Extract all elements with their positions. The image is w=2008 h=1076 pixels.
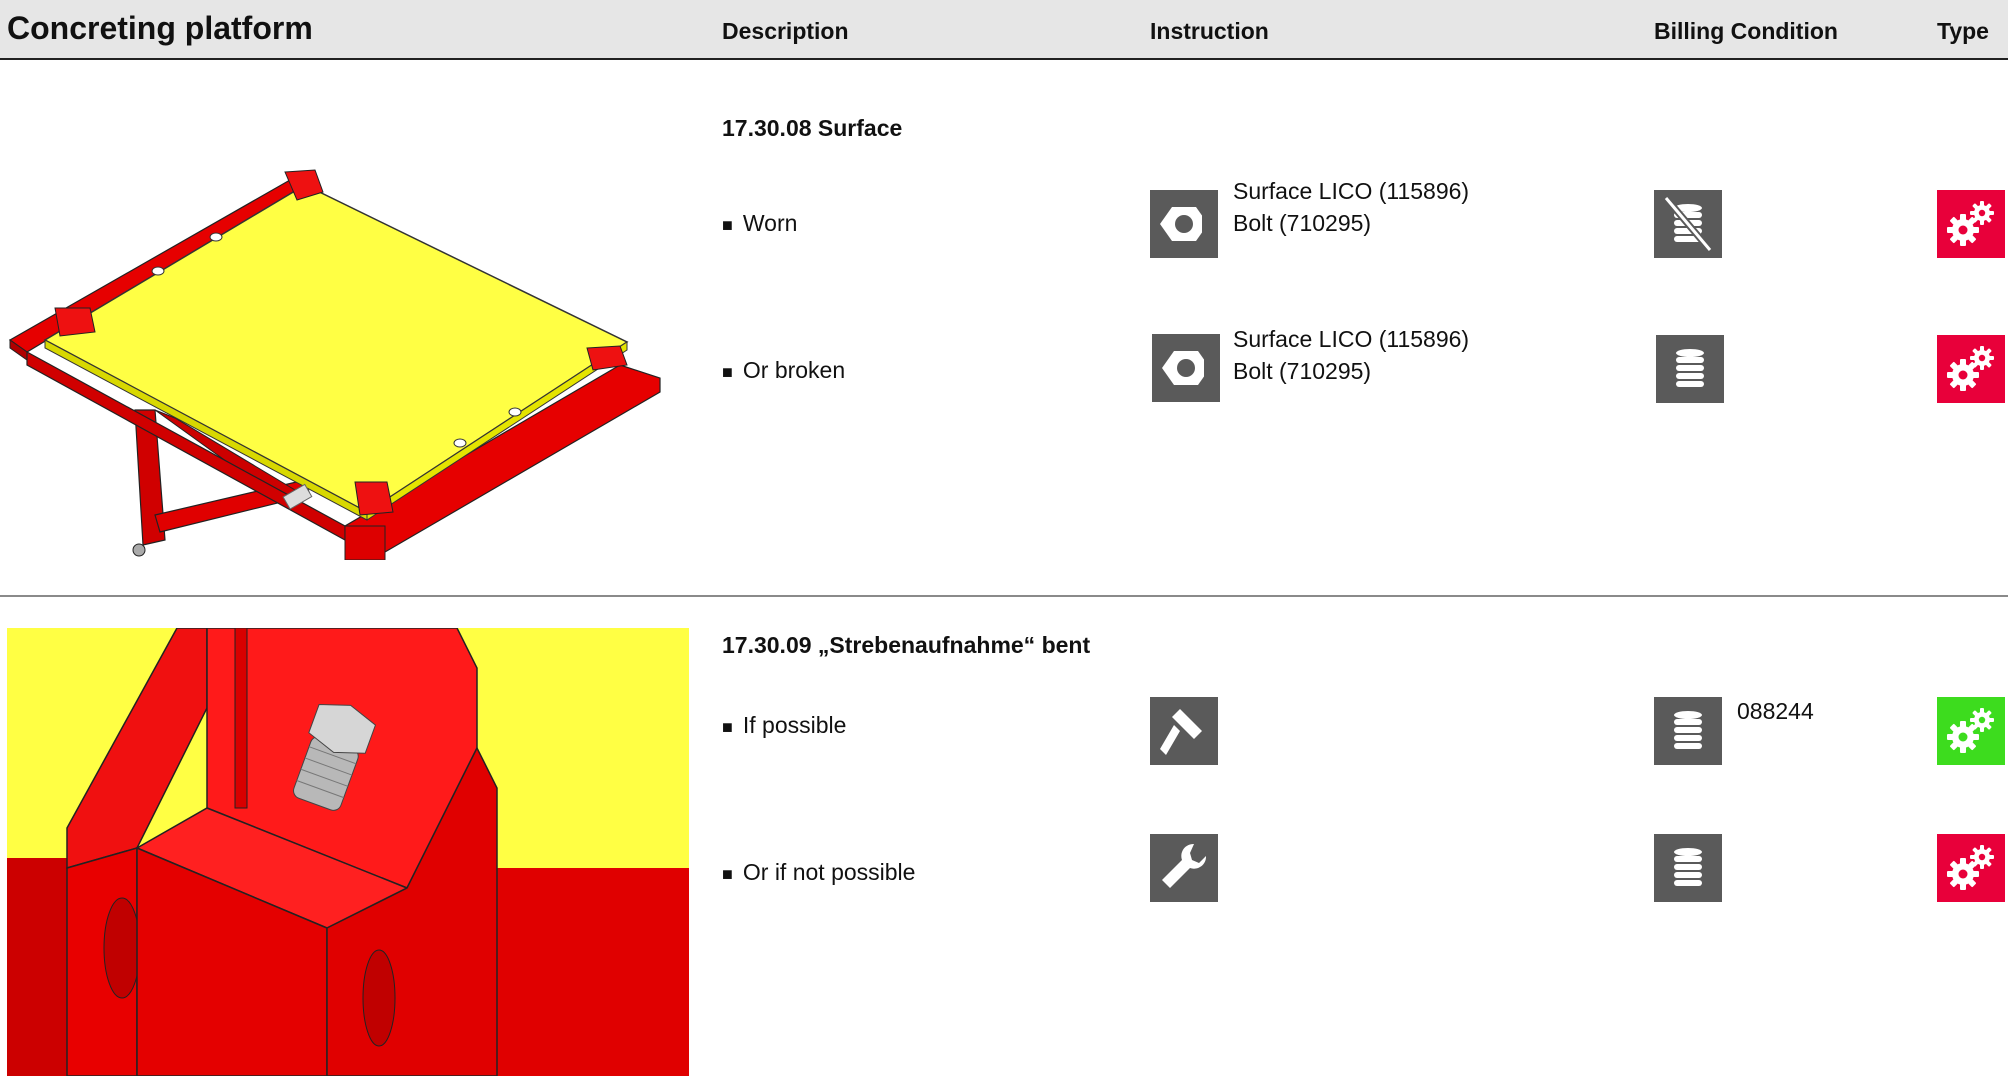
section-title: 17.30.08 Surface [722,115,903,141]
column-header-billing: Billing Condition [1654,18,1838,44]
surface-platform-drawing [5,160,665,566]
wrench-icon [1150,834,1218,902]
nut-icon [1150,190,1218,258]
bullet: ■ [722,362,733,382]
coins-crossed-icon [1654,190,1722,258]
gears-icon [1937,834,2005,902]
gears-icon [1937,335,2005,403]
instruction-text: Surface LICO (115896) Bolt (710295) [1233,323,1469,387]
page-title: Concreting platform [7,10,313,46]
nut-icon [1152,334,1220,402]
instruction-line: Bolt (710295) [1233,358,1372,384]
bullet: ■ [722,717,733,737]
column-header-type: Type [1937,18,1989,44]
column-header-instruction: Instruction [1150,18,1269,44]
description-item: ■ Worn [722,210,797,237]
description-text: If possible [742,712,847,738]
description-item: ■ Or broken [722,357,845,384]
instruction-line: Bolt (710295) [1233,210,1372,236]
coins-icon [1656,335,1724,403]
gears-icon [1937,190,2005,258]
section-divider [0,595,2008,597]
billing-article-number: 088244 [1737,698,1814,724]
gears-icon [1937,697,2005,765]
instruction-line: Surface LICO (115896) [1233,326,1470,352]
bullet: ■ [722,215,733,235]
coins-icon [1654,834,1722,902]
description-item: ■ Or if not possible [722,859,915,886]
instruction-line: Surface LICO (115896) [1233,178,1470,204]
section-title: 17.30.09 „Strebenaufnahme“ bent [722,632,1091,658]
description-text: Worn [742,210,798,236]
instruction-text: Surface LICO (115896) Bolt (710295) [1233,175,1469,239]
bullet: ■ [722,864,733,884]
coins-icon [1654,697,1722,765]
table-header: Concreting platform Description Instruct… [0,0,2008,60]
description-text: Or if not possible [742,859,916,885]
strut-bracket-drawing [7,628,689,1076]
description-item: ■ If possible [722,712,846,739]
hammer-icon [1150,697,1218,765]
column-header-description: Description [722,18,849,44]
description-text: Or broken [742,357,846,383]
